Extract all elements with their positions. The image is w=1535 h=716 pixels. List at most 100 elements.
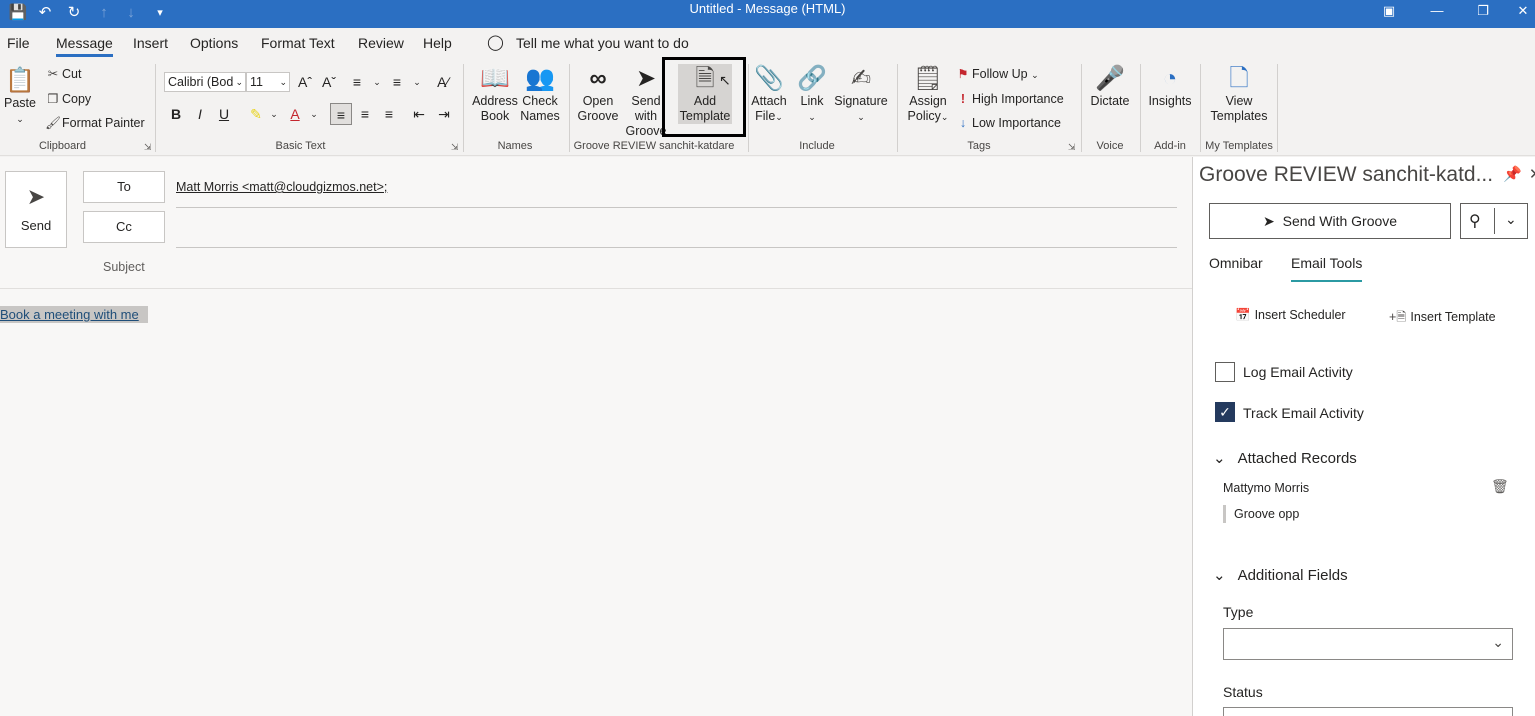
paperclip-icon: 📎 — [754, 65, 784, 92]
dialog-launcher-icon[interactable]: ⇲ — [451, 142, 459, 153]
search-dropdown-button[interactable]: ⚲ ⌄ — [1460, 203, 1528, 239]
tab-format-text[interactable]: Format Text — [261, 34, 335, 52]
track-email-checkbox[interactable]: ✓ — [1215, 402, 1235, 422]
font-size-combo[interactable]: 11 ⌄ — [246, 72, 290, 92]
cc-button[interactable]: Cc — [83, 211, 165, 243]
tab-message[interactable]: Message — [56, 34, 113, 57]
dialog-launcher-icon[interactable]: ⇲ — [144, 142, 152, 153]
highlight-box — [662, 57, 746, 137]
exclamation-icon: ! — [960, 92, 966, 106]
subject-input[interactable] — [176, 255, 1177, 283]
compose-area: ➤ Send To Cc Matt Morris <matt@cloudgizm… — [0, 157, 1192, 716]
assign-policy-button[interactable]: 🗒 Assign Policy⌄ — [904, 64, 952, 125]
tab-options[interactable]: Options — [190, 34, 238, 52]
window-title: Untitled - Message (HTML) — [689, 1, 846, 16]
grow-font-icon[interactable]: Aˆ — [294, 71, 316, 93]
cut-button[interactable]: ✂ Cut — [44, 66, 82, 82]
chevron-down-icon[interactable]: ⌄ — [263, 103, 285, 125]
tab-help[interactable]: Help — [423, 34, 452, 52]
groove-infinity-icon: ∞ — [589, 65, 607, 92]
group-separator — [1200, 64, 1201, 152]
copy-button[interactable]: ❐ Copy — [44, 91, 91, 107]
view-templates-button[interactable]: 🗋 View Templates — [1204, 64, 1274, 124]
high-importance-button[interactable]: ! High Importance — [954, 91, 1064, 107]
address-book-button[interactable]: 📖 Address Book — [470, 64, 520, 124]
paste-button[interactable]: 📋 Paste ⌄ — [2, 66, 38, 127]
chevron-down-icon[interactable]: ⌄ — [303, 103, 325, 125]
meeting-link[interactable]: Book a meeting with me — [0, 306, 148, 323]
to-recipient[interactable]: Matt Morris <matt@cloudgizmos.net>; — [176, 180, 387, 194]
record-name[interactable]: Mattymo Morris — [1223, 481, 1309, 495]
group-separator — [1140, 64, 1141, 152]
log-email-checkbox[interactable] — [1215, 362, 1235, 382]
clear-formatting-icon[interactable]: A∕ — [432, 71, 454, 93]
group-separator — [1081, 64, 1082, 152]
shrink-font-icon[interactable]: Aˇ — [318, 71, 340, 93]
attached-records-header[interactable]: ⌄ Attached Records — [1213, 449, 1357, 467]
checkmark-icon: ✓ — [1219, 404, 1231, 420]
tab-review[interactable]: Review — [358, 34, 404, 52]
italic-icon[interactable]: I — [189, 103, 211, 125]
tab-email-tools[interactable]: Email Tools — [1291, 255, 1363, 282]
group-separator — [155, 64, 156, 152]
mouse-cursor-icon: ↖ — [719, 72, 731, 88]
templates-icon: 🗋 — [1229, 65, 1249, 92]
type-select[interactable]: ⌄ — [1223, 628, 1513, 660]
align-center-icon[interactable]: ≡ — [354, 103, 376, 125]
subject-divider — [0, 288, 1192, 289]
align-left-icon[interactable]: ≡ — [330, 103, 352, 125]
cc-input[interactable] — [176, 215, 1177, 245]
increase-indent-icon[interactable]: ⇥ — [433, 103, 455, 125]
tell-me-search[interactable]: Tell me what you want to do — [516, 34, 689, 52]
insert-scheduler-button[interactable]: 📅 Insert Scheduler — [1235, 308, 1346, 323]
signature-button[interactable]: ✍ Signature ⌄ — [832, 64, 890, 125]
flag-icon: ⚑ — [957, 67, 969, 81]
close-window-icon[interactable]: ✕ — [1500, 0, 1535, 22]
dictate-button[interactable]: 🎤 Dictate — [1086, 64, 1134, 109]
check-names-button[interactable]: 👥 Check Names — [516, 64, 564, 124]
send-button[interactable]: ➤ Send — [5, 171, 67, 248]
dialog-launcher-icon[interactable]: ⇲ — [1068, 142, 1076, 153]
decrease-indent-icon[interactable]: ⇤ — [408, 103, 430, 125]
attach-file-button[interactable]: 📎 Attach File⌄ — [748, 64, 790, 125]
pin-icon[interactable]: 📌 — [1503, 165, 1522, 183]
link-button[interactable]: 🔗 Link ⌄ — [792, 64, 832, 125]
underline-icon[interactable]: U — [213, 103, 235, 125]
group-label-my-templates: My Templates — [1205, 140, 1273, 152]
insert-template-button[interactable]: +🗎 Insert Template — [1389, 308, 1496, 329]
chevron-down-icon: ⌄ — [775, 112, 783, 122]
chevron-down-icon[interactable]: ⌄ — [406, 71, 428, 93]
insights-button[interactable]: ◔ Insights — [1144, 64, 1196, 109]
group-separator — [897, 64, 898, 152]
send-with-groove-button[interactable]: ➤ Send With Groove — [1209, 203, 1451, 239]
record-opp[interactable]: Groove opp — [1223, 505, 1299, 523]
chevron-down-icon: ⌄ — [235, 77, 243, 87]
chevron-down-icon[interactable]: ⌄ — [366, 71, 388, 93]
follow-up-button[interactable]: ⚑ Follow Up ⌄ — [954, 66, 1038, 83]
font-name-combo[interactable]: Calibri (Bod ⌄ — [164, 72, 246, 92]
send-icon: ➤ — [26, 184, 46, 209]
groove-task-pane: Groove REVIEW sanchit-katd... 📌 ✕ ➤Send … — [1192, 157, 1535, 716]
to-button[interactable]: To — [83, 171, 165, 203]
close-pane-icon[interactable]: ✕ — [1529, 165, 1535, 183]
trash-icon[interactable]: 🗑 — [1491, 478, 1509, 495]
format-painter-button[interactable]: 🖌Format Painter — [44, 115, 145, 131]
tab-omnibar[interactable]: Omnibar — [1209, 255, 1263, 271]
tab-insert[interactable]: Insert — [133, 34, 168, 52]
title-bar: 💾 ↶ ↻ ↑ ↓ ▾ Untitled - Message (HTML) ▣ … — [0, 0, 1535, 28]
bullets-icon[interactable]: ≡ — [346, 71, 368, 93]
group-separator — [1277, 64, 1278, 152]
numbering-icon[interactable]: ≡ — [386, 71, 408, 93]
align-right-icon[interactable]: ≡ — [378, 103, 400, 125]
chevron-down-icon: ⌄ — [1213, 567, 1226, 584]
tab-file[interactable]: File — [7, 34, 30, 52]
open-groove-button[interactable]: ∞ Open Groove — [574, 64, 622, 124]
ribbon-display-options-icon[interactable]: ▣ — [1366, 0, 1412, 22]
minimize-icon[interactable]: — — [1414, 0, 1460, 22]
group-label-clipboard: Clipboard — [38, 140, 87, 152]
additional-fields-header[interactable]: ⌄ Additional Fields — [1213, 566, 1348, 584]
status-select[interactable] — [1223, 707, 1513, 716]
bold-icon[interactable]: B — [165, 103, 187, 125]
groove-send-icon: ➤ — [1262, 213, 1275, 229]
low-importance-button[interactable]: ↓ Low Importance — [954, 115, 1061, 131]
